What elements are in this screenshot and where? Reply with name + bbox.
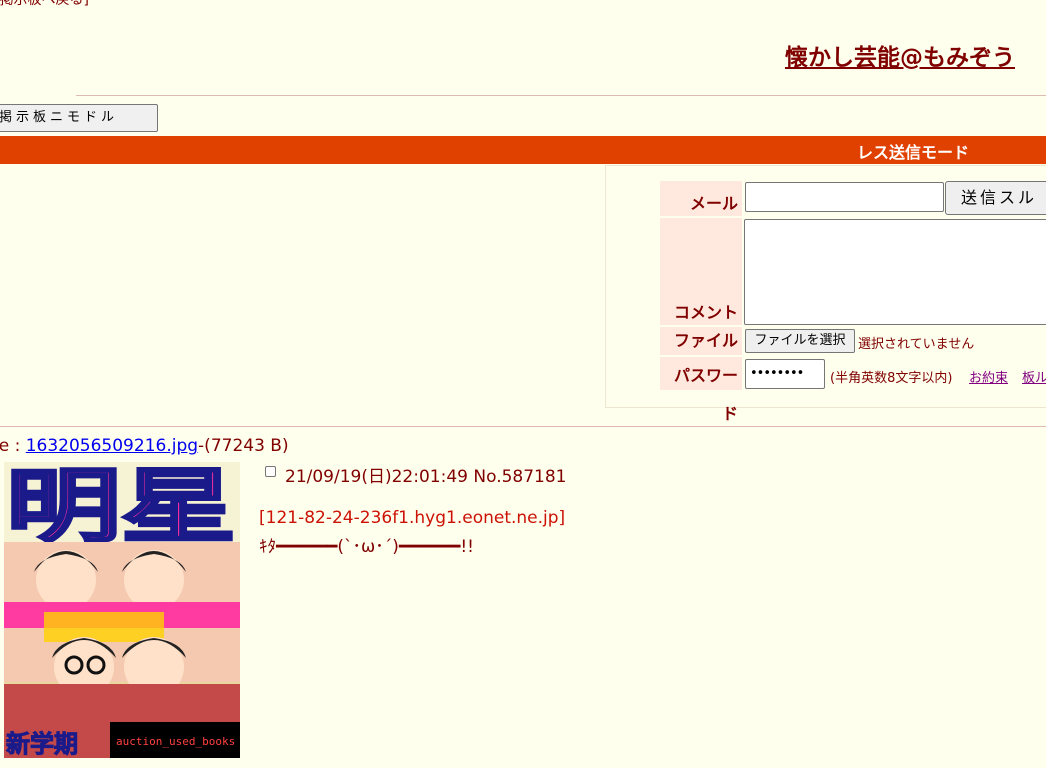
- comment-textarea[interactable]: [744, 219, 1046, 325]
- back-to-board-button[interactable]: 掲示板ニモドル: [0, 104, 158, 132]
- mail-input[interactable]: [745, 182, 944, 212]
- post-body: ｷﾀ━━━━━━(`･ω･´)━━━━━━!!: [259, 537, 474, 557]
- thumbnail-corner-text: 新学期: [6, 730, 78, 758]
- back-to-board-button-label: 掲示板ニモドル: [0, 110, 119, 125]
- rules-link[interactable]: お約束: [969, 367, 1008, 386]
- file-prefix: le :: [0, 436, 21, 456]
- file-size: -(77243 B): [198, 436, 289, 456]
- board-title-link[interactable]: 懐かし芸能@もみぞう: [785, 38, 1015, 72]
- comment-label-text: コメント: [673, 303, 738, 322]
- comment-label: コメント: [660, 218, 742, 325]
- post-date-number: 21/09/19(日)22:01:49 No.587181: [285, 467, 567, 487]
- file-info-line: le : 1632056509216.jpg-(77243 B): [0, 436, 289, 456]
- back-to-board-link[interactable]: [掲示板へ戻る]: [0, 0, 89, 9]
- password-input[interactable]: ••••••••: [745, 359, 825, 389]
- file-status-text: 選択されていません: [858, 337, 975, 352]
- reply-mode-label: レス送信モード: [857, 143, 970, 162]
- mail-label: メール: [660, 181, 742, 216]
- password-note: (半角英数8文字以内): [830, 371, 953, 386]
- magazine-cover-image: 明星 auction_used_books 新学期: [4, 462, 240, 758]
- magazine-title-art: 明星: [6, 462, 236, 553]
- file-label: ファイル: [660, 327, 742, 355]
- header-divider: [76, 95, 1046, 96]
- board-rules-link[interactable]: 板ル: [1022, 367, 1046, 386]
- post-ip: [121-82-24-236f1.hyg1.eonet.ne.jp]: [259, 508, 566, 528]
- submit-button[interactable]: 送信スル: [945, 181, 1046, 215]
- post-thumbnail[interactable]: 明星 auction_used_books 新学期: [4, 462, 240, 758]
- thread-divider: [0, 426, 1046, 427]
- password-label: パスワード: [660, 357, 742, 423]
- file-link[interactable]: 1632056509216.jpg: [26, 436, 198, 456]
- post-delete-checkbox[interactable]: [265, 466, 276, 477]
- choose-file-button[interactable]: ファイルを選択: [745, 329, 855, 353]
- thumbnail-caption: auction_used_books: [116, 735, 235, 748]
